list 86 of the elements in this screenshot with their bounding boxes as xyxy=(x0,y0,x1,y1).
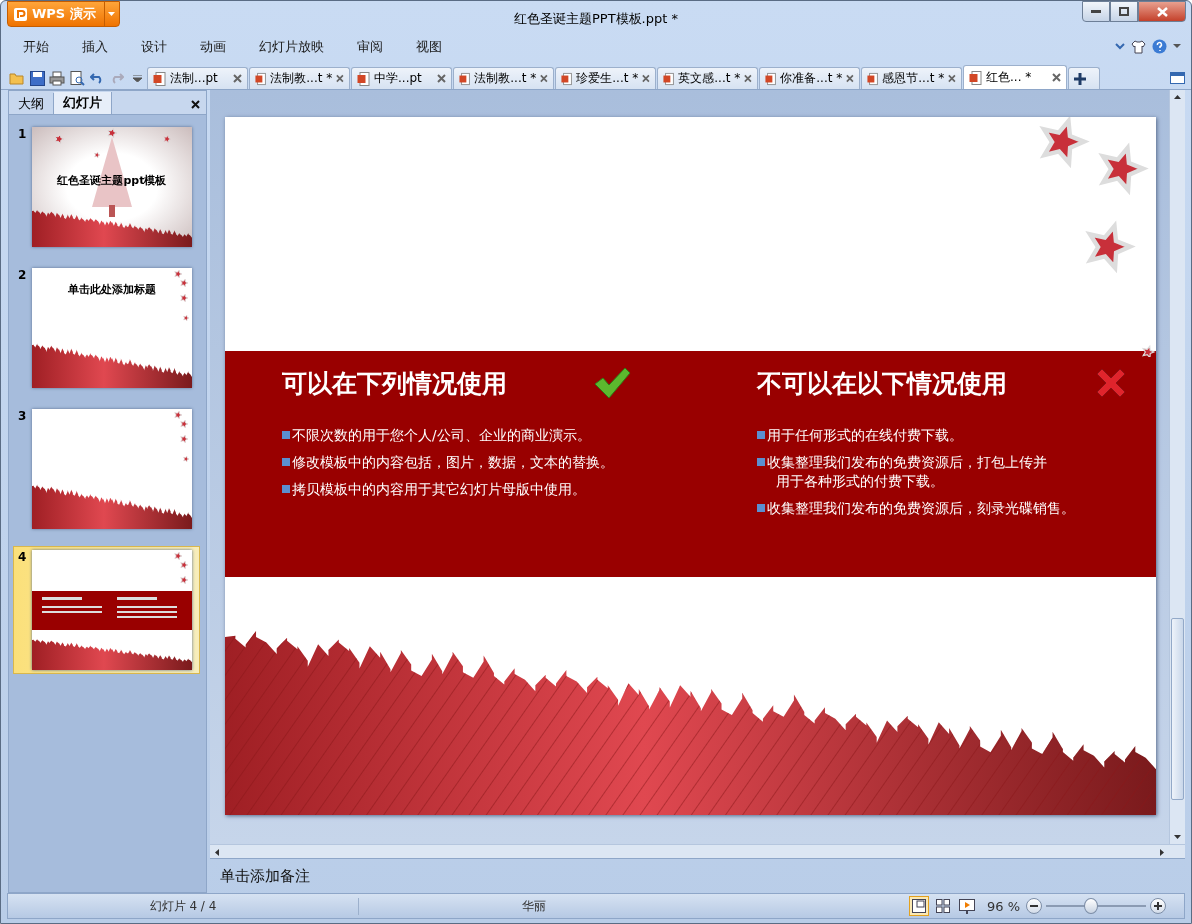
bullet-text: 不限次数的用于您个人/公司、企业的商业演示。 xyxy=(292,426,591,445)
panel-tab[interactable]: 幻灯片 xyxy=(54,92,112,114)
menu-item[interactable]: 动画 xyxy=(188,37,238,56)
window-title: 红色圣诞主题PPT模板.ppt * xyxy=(514,11,678,26)
notes-placeholder: 单击添加备注 xyxy=(220,866,310,886)
bullet-text: 拷贝模板中的内容用于其它幻灯片母版中使用。 xyxy=(292,480,586,499)
document-tab[interactable]: 中学...pt xyxy=(351,67,452,89)
check-icon xyxy=(593,366,631,400)
document-tab[interactable]: 法制教...t * xyxy=(249,67,350,89)
document-tab[interactable]: 珍爱生...t * xyxy=(555,67,656,89)
view-button[interactable] xyxy=(956,896,977,916)
bullet-icon xyxy=(282,485,290,493)
scrollbar-thumb[interactable] xyxy=(1171,618,1184,800)
slide-title: 单击此处添加标题 xyxy=(67,282,157,297)
view-button[interactable] xyxy=(908,896,929,916)
slideshow-icon xyxy=(958,898,975,914)
document-icon xyxy=(459,71,471,86)
column-heading: 不可以在以下情况使用 xyxy=(757,367,1007,400)
zoom-in-button[interactable] xyxy=(1150,898,1166,914)
slide-thumbnail[interactable]: 单击此处添加标题 xyxy=(32,268,192,388)
chevron-down-icon[interactable] xyxy=(1115,43,1125,50)
menu-item[interactable]: 插入 xyxy=(70,37,120,56)
document-tab[interactable]: 感恩节...t * xyxy=(861,67,962,89)
close-icon[interactable] xyxy=(1052,73,1061,82)
menu-item[interactable]: 幻灯片放映 xyxy=(247,37,336,56)
grid-view-icon xyxy=(935,899,950,913)
stars-drawing xyxy=(174,551,189,585)
new-tab-button[interactable] xyxy=(1068,67,1100,89)
help-icon[interactable] xyxy=(1152,39,1167,54)
stars-drawing xyxy=(174,410,190,463)
document-tab[interactable]: 法制...pt xyxy=(147,67,248,89)
document-icon xyxy=(969,70,982,85)
document-icon xyxy=(867,71,879,86)
document-icon xyxy=(153,71,166,86)
slide-number: 3 xyxy=(18,409,24,425)
slide-count: 幻灯片 4 / 4 xyxy=(149,898,217,913)
stars-drawing xyxy=(174,269,190,322)
dropdown-icon[interactable] xyxy=(1173,44,1181,49)
column-heading: 可以在下列情况使用 xyxy=(282,367,507,400)
maximize-icon xyxy=(1119,7,1129,16)
document-icon xyxy=(663,71,675,86)
bullet-icon xyxy=(282,431,290,439)
document-tab[interactable]: 红色... * xyxy=(963,65,1067,89)
slide-number: 2 xyxy=(18,268,24,284)
zoom-percent: 96 % xyxy=(986,898,1020,914)
close-icon[interactable] xyxy=(191,100,200,109)
menu-item[interactable]: 视图 xyxy=(404,37,454,56)
zoom-out-button[interactable] xyxy=(1026,898,1042,914)
minimize-icon xyxy=(1091,9,1101,14)
bullet-text: 收集整理我们发布的免费资源后，刻录光碟销售。 xyxy=(767,499,1075,518)
bullet-icon xyxy=(757,504,765,512)
menu-item[interactable]: 开始 xyxy=(11,37,61,56)
document-icon xyxy=(357,71,370,86)
bullet-text: 修改模板中的内容包括，图片，数据，文本的替换。 xyxy=(292,453,614,472)
document-icon xyxy=(255,71,267,86)
minimize-button[interactable] xyxy=(1082,1,1110,22)
bullet-text: 用于任何形式的在线付费下载。 xyxy=(767,426,963,445)
slide-thumbnail[interactable] xyxy=(32,409,192,529)
document-icon xyxy=(561,71,573,86)
slide-title: 红色圣诞主题ppt模板 xyxy=(56,173,168,188)
bullet-icon xyxy=(757,431,765,439)
plus-icon xyxy=(1074,72,1086,85)
menu-item[interactable]: 设计 xyxy=(129,37,179,56)
bullet-icon xyxy=(282,458,290,466)
dropdown-icon xyxy=(108,11,116,17)
slide-thumbnail[interactable]: 红色圣诞主题ppt模板 xyxy=(32,127,192,247)
document-icon xyxy=(765,71,777,86)
document-tab[interactable]: 英文感...t * xyxy=(657,67,758,89)
bullet-text: 收集整理我们发布的免费资源后，打包上传并 用于各种形式的付费下载。 xyxy=(767,453,1047,491)
plus-icon xyxy=(1154,902,1162,910)
document-tab[interactable]: 法制教...t * xyxy=(453,67,554,89)
normal-view-icon xyxy=(911,899,926,913)
close-icon xyxy=(1156,6,1168,17)
app-logo-icon xyxy=(14,7,27,21)
shirt-icon[interactable] xyxy=(1131,39,1146,54)
minus-icon xyxy=(1030,905,1038,907)
close-button[interactable] xyxy=(1138,1,1186,22)
slide-number: 4 xyxy=(18,550,24,566)
menu-item[interactable]: 审阅 xyxy=(345,37,395,56)
slide-number: 1 xyxy=(18,127,24,143)
document-tab[interactable]: 你准备...t * xyxy=(759,67,860,89)
slide-thumbnail[interactable] xyxy=(32,550,192,670)
theme-name: 华丽 xyxy=(522,898,546,913)
zoom-thumb[interactable] xyxy=(1084,898,1098,914)
maximize-button[interactable] xyxy=(1110,1,1138,22)
bullet-icon xyxy=(757,458,765,466)
